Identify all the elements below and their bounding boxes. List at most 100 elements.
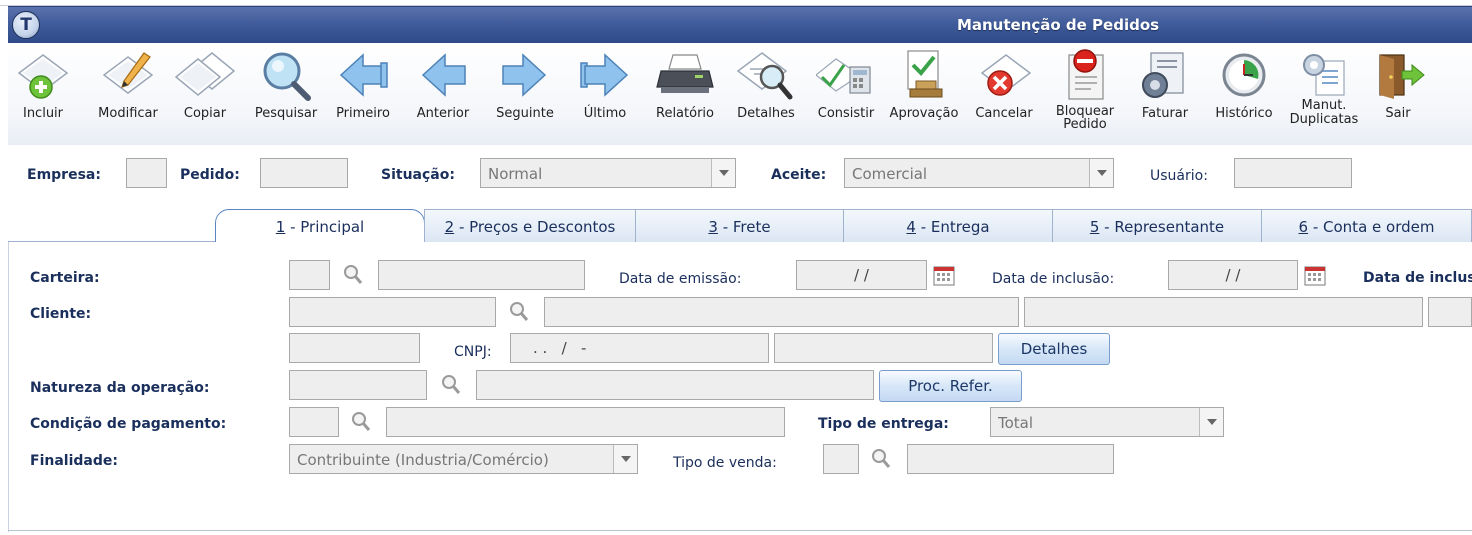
condicao-code-field[interactable] [289,407,339,437]
natureza-label: Natureza da operação: [30,380,210,396]
tab-principal[interactable]: 1 - Principal [215,209,425,243]
data-emissao-label: Data de emissão: [619,271,742,287]
calendar-icon[interactable] [1304,264,1326,288]
finalidade-select[interactable]: Contribuinte (Industria/Comércio) [289,444,638,474]
situacao-value: Normal [488,165,543,183]
printer-icon [656,54,714,93]
tipo-venda-search-icon[interactable] [870,447,892,471]
cnpj-field[interactable]: . . / - [510,333,769,363]
cliente-search-icon[interactable] [508,300,530,324]
aceite-select[interactable]: Comercial [844,158,1114,188]
tab-frete-key: 3 [708,218,718,236]
empresa-field[interactable] [126,158,167,188]
check-calc-icon [816,58,871,94]
cliente-name-field[interactable] [544,297,1019,327]
incluir-button[interactable]: Incluir [12,47,74,143]
seguinte-button[interactable]: Seguinte [488,47,562,143]
tab-precos-label: - Preços e Descontos [454,218,616,236]
copy-doc-icon [174,52,236,96]
pesquisar-button[interactable]: Pesquisar [248,47,324,143]
aceite-value: Comercial [852,165,928,183]
cnpj-label: CNPJ: [454,344,492,360]
natureza-search-icon[interactable] [440,373,462,397]
tab-frete[interactable]: 3 - Frete [635,209,844,242]
panel-bottom-border [8,530,1472,531]
bloquear-pedido-button[interactable]: Bloquear Pedido [1048,47,1122,143]
cliente-uf-field[interactable] [1428,297,1472,327]
tipo-venda-label: Tipo de venda: [673,455,777,471]
detalhes-button[interactable]: Detalhes [998,333,1110,365]
natureza-code-field[interactable] [289,370,427,400]
cliente-code-field[interactable] [289,297,496,327]
manut-duplicatas-label: Manut. Duplicatas [1286,99,1362,127]
invoice-gear-icon [1142,52,1184,98]
cancelar-button[interactable]: Cancelar [968,47,1040,143]
tab-principal-key: 1 [275,218,286,236]
bloquear-pedido-label: Bloquear Pedido [1048,105,1122,131]
data-inclusao-field[interactable]: / / [1168,260,1298,290]
manut-label-line2: Duplicatas [1289,112,1359,127]
natureza-desc-field[interactable] [476,370,874,400]
chevron-down-icon[interactable] [1089,159,1113,187]
title-bar: T Manutenção de Pedidos [8,6,1472,43]
previous-arrow-icon [421,53,466,97]
next-arrow-icon [502,53,547,97]
tipo-entrega-value: Total [998,414,1034,432]
historico-button[interactable]: Histórico [1208,47,1280,143]
cliente-extra-field[interactable] [1024,297,1423,327]
aceite-label: Aceite: [771,167,827,183]
tab-representante[interactable]: 5 - Representante [1052,209,1262,242]
usuario-field[interactable] [1234,158,1352,188]
chevron-down-icon[interactable] [711,159,735,187]
carteira-search-icon[interactable] [342,263,364,287]
condicao-search-icon[interactable] [350,410,372,434]
aprovacao-button[interactable]: Aprovação [886,47,962,143]
condicao-label: Condição de pagamento: [30,416,227,432]
faturar-button[interactable]: Faturar [1130,47,1200,143]
data-emissao-field[interactable]: / / [796,260,927,290]
ie-field[interactable] [774,333,993,363]
modificar-button[interactable]: Modificar [90,47,166,143]
primeiro-button[interactable]: Primeiro [328,47,398,143]
faturar-label: Faturar [1141,106,1189,121]
cliente-doc-field[interactable] [289,333,420,363]
add-doc-icon [17,54,69,99]
consistir-button[interactable]: Consistir [810,47,882,143]
tab-conta-key: 6 [1298,218,1309,236]
order-maintenance-window: T Manutenção de Pedidos Incluir Modifica… [0,0,1472,535]
tipo-venda-desc-field[interactable] [907,444,1114,474]
proc-refer-button[interactable]: Proc. Refer. [879,370,1022,402]
historico-label: Histórico [1215,106,1273,121]
first-arrow-icon [339,53,388,97]
carteira-desc-field[interactable] [378,260,585,290]
condicao-desc-field[interactable] [386,407,785,437]
pedido-field[interactable] [260,158,348,188]
last-arrow-icon [580,53,629,97]
relatorio-label: Relatório [656,106,714,121]
duplicates-gear-icon [1303,54,1345,96]
detalhes-toolbar-button[interactable]: Detalhes [730,47,802,143]
seguinte-label: Seguinte [496,106,554,121]
app-logo-icon[interactable]: T [12,11,40,39]
edit-doc-icon [102,52,154,94]
chevron-down-icon[interactable] [1199,408,1223,436]
manut-duplicatas-button[interactable]: Manut. Duplicatas [1286,47,1362,143]
anterior-button[interactable]: Anterior [408,47,478,143]
situacao-select[interactable]: Normal [480,158,736,188]
tab-precos-descontos[interactable]: 2 - Preços e Descontos [424,209,636,242]
relatorio-button[interactable]: Relatório [650,47,720,143]
tab-entrega[interactable]: 4 - Entrega [843,209,1053,242]
cancel-icon [980,54,1032,96]
tipo-venda-code-field[interactable] [823,444,859,474]
tab-conta-ordem[interactable]: 6 - Conta e ordem [1261,209,1472,242]
finalidade-label: Finalidade: [30,453,118,469]
finalidade-value: Contribuinte (Industria/Comércio) [297,451,549,469]
sair-button[interactable]: Sair [1368,47,1428,143]
copiar-button[interactable]: Copiar [172,47,238,143]
data-inclusao2-label: Data de inclus [1363,270,1472,286]
calendar-icon[interactable] [933,264,955,288]
ultimo-button[interactable]: Último [570,47,640,143]
chevron-down-icon[interactable] [613,445,637,473]
tipo-entrega-select[interactable]: Total [990,407,1224,437]
carteira-code-field[interactable] [289,260,330,290]
